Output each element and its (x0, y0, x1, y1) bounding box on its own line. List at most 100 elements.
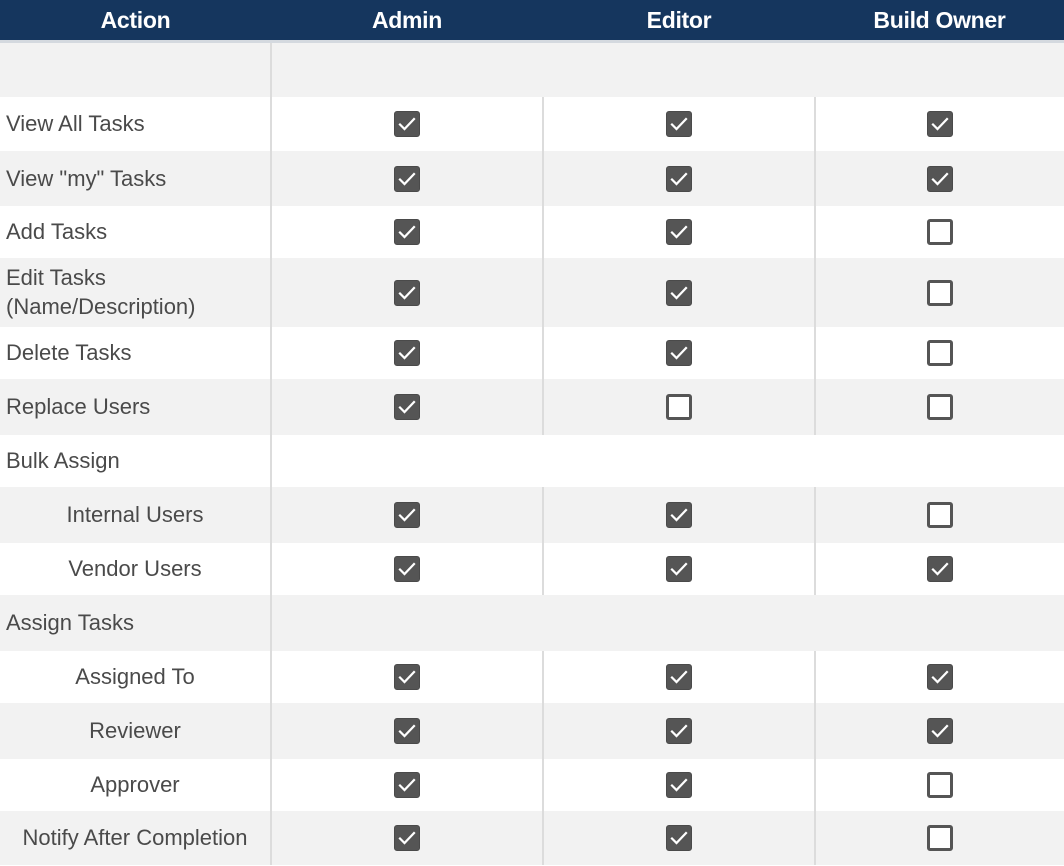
table-row: Assigned To (0, 650, 1064, 703)
permission-cell-editor (543, 810, 816, 865)
table-row: Reviewer (0, 702, 1064, 759)
checkbox-unchecked-icon[interactable] (927, 394, 953, 421)
permission-cell-admin (271, 702, 544, 759)
permission-cell-editor (543, 326, 816, 379)
permissions-table: Action Admin Editor Build Owner View All… (0, 0, 1064, 865)
permission-cell-build-owner (815, 257, 1064, 327)
permission-cell-build-owner (815, 150, 1064, 206)
permission-cell-editor (543, 378, 816, 435)
checkbox-checked-icon[interactable] (394, 279, 420, 306)
header-build-owner: Build Owner (815, 0, 1064, 43)
permission-cell-admin (271, 810, 544, 865)
action-label: Vendor Users (0, 542, 272, 595)
checkbox-checked-icon[interactable] (394, 664, 420, 691)
table-row: Add Tasks (0, 205, 1064, 258)
checkbox-checked-icon[interactable] (927, 111, 953, 138)
section-span-cell (271, 594, 1064, 651)
checkbox-checked-icon[interactable] (666, 279, 692, 306)
section-row: Assign Tasks (0, 594, 1064, 651)
checkbox-checked-icon[interactable] (666, 340, 692, 367)
permission-cell-editor (543, 257, 816, 327)
checkbox-checked-icon[interactable] (394, 340, 420, 367)
checkbox-checked-icon[interactable] (394, 394, 420, 421)
checkbox-checked-icon[interactable] (666, 718, 692, 745)
action-label: Internal Users (0, 486, 272, 543)
blank-cell (0, 41, 272, 97)
checkbox-checked-icon[interactable] (394, 772, 420, 799)
checkbox-checked-icon[interactable] (394, 111, 420, 138)
table-row: View All Tasks (0, 96, 1064, 151)
permission-cell-editor (543, 150, 816, 206)
header-admin: Admin (271, 0, 543, 43)
action-label: Assigned To (0, 650, 272, 703)
checkbox-checked-icon[interactable] (394, 165, 420, 192)
permission-cell-admin (271, 257, 544, 327)
permission-cell-build-owner (815, 378, 1064, 435)
header-editor: Editor (543, 0, 815, 43)
checkbox-checked-icon[interactable] (394, 502, 420, 529)
permission-cell-admin (271, 758, 544, 811)
permission-cell-build-owner (815, 96, 1064, 151)
permission-cell-admin (271, 205, 544, 258)
checkbox-checked-icon[interactable] (927, 556, 953, 583)
permission-cell-build-owner (815, 650, 1064, 703)
table-body: View All Tasks View "my" Tasks Add Tasks Ed… (0, 41, 1064, 865)
checkbox-checked-icon[interactable] (394, 219, 420, 246)
table-row: Delete Tasks (0, 326, 1064, 379)
action-label: Edit Tasks (Name/Description) (0, 257, 272, 327)
action-label: Notify After Completion (0, 810, 272, 865)
permission-cell-admin (271, 96, 544, 151)
checkbox-checked-icon[interactable] (666, 219, 692, 246)
action-label: Approver (0, 758, 272, 811)
checkbox-unchecked-icon[interactable] (927, 340, 953, 367)
checkbox-unchecked-icon[interactable] (927, 772, 953, 799)
table-row: Internal Users (0, 486, 1064, 543)
section-row: Bulk Assign (0, 434, 1064, 487)
permission-cell-admin (271, 650, 544, 703)
checkbox-unchecked-icon[interactable] (927, 502, 953, 529)
permission-cell-editor (543, 758, 816, 811)
table-row: Replace Users (0, 378, 1064, 435)
header-row: Action Admin Editor Build Owner (0, 0, 1064, 43)
action-label: View "my" Tasks (0, 150, 272, 206)
checkbox-checked-icon[interactable] (394, 718, 420, 745)
blank-span-cell (271, 41, 1064, 97)
checkbox-checked-icon[interactable] (394, 556, 420, 583)
checkbox-unchecked-icon[interactable] (927, 279, 953, 306)
permission-cell-admin (271, 486, 544, 543)
table-row: Edit Tasks (Name/Description) (0, 257, 1064, 327)
permission-cell-build-owner (815, 810, 1064, 865)
permission-cell-editor (543, 650, 816, 703)
checkbox-checked-icon[interactable] (666, 111, 692, 138)
permission-cell-build-owner (815, 758, 1064, 811)
checkbox-unchecked-icon[interactable] (927, 219, 953, 246)
checkbox-checked-icon[interactable] (927, 718, 953, 745)
table-row: View "my" Tasks (0, 150, 1064, 206)
action-label: Add Tasks (0, 205, 272, 258)
table-row: Approver (0, 758, 1064, 811)
header-action: Action (0, 0, 271, 43)
permission-cell-build-owner (815, 326, 1064, 379)
permission-cell-editor (543, 205, 816, 258)
permission-cell-build-owner (815, 702, 1064, 759)
checkbox-checked-icon[interactable] (666, 825, 692, 852)
table-row: Vendor Users (0, 542, 1064, 595)
checkbox-checked-icon[interactable] (666, 502, 692, 529)
section-label: Assign Tasks (0, 594, 272, 651)
checkbox-checked-icon[interactable] (666, 165, 692, 192)
table-row: Notify After Completion (0, 810, 1064, 865)
checkbox-unchecked-icon[interactable] (927, 825, 953, 852)
checkbox-checked-icon[interactable] (666, 664, 692, 691)
checkbox-checked-icon[interactable] (927, 664, 953, 691)
permission-cell-editor (543, 486, 816, 543)
checkbox-checked-icon[interactable] (666, 772, 692, 799)
permission-cell-build-owner (815, 205, 1064, 258)
checkbox-checked-icon[interactable] (394, 825, 420, 852)
checkbox-checked-icon[interactable] (666, 556, 692, 583)
checkbox-unchecked-icon[interactable] (666, 394, 692, 421)
permission-cell-admin (271, 150, 544, 206)
section-label: Bulk Assign (0, 434, 272, 487)
action-label: Reviewer (0, 702, 272, 759)
checkbox-checked-icon[interactable] (927, 165, 953, 192)
permission-cell-editor (543, 702, 816, 759)
